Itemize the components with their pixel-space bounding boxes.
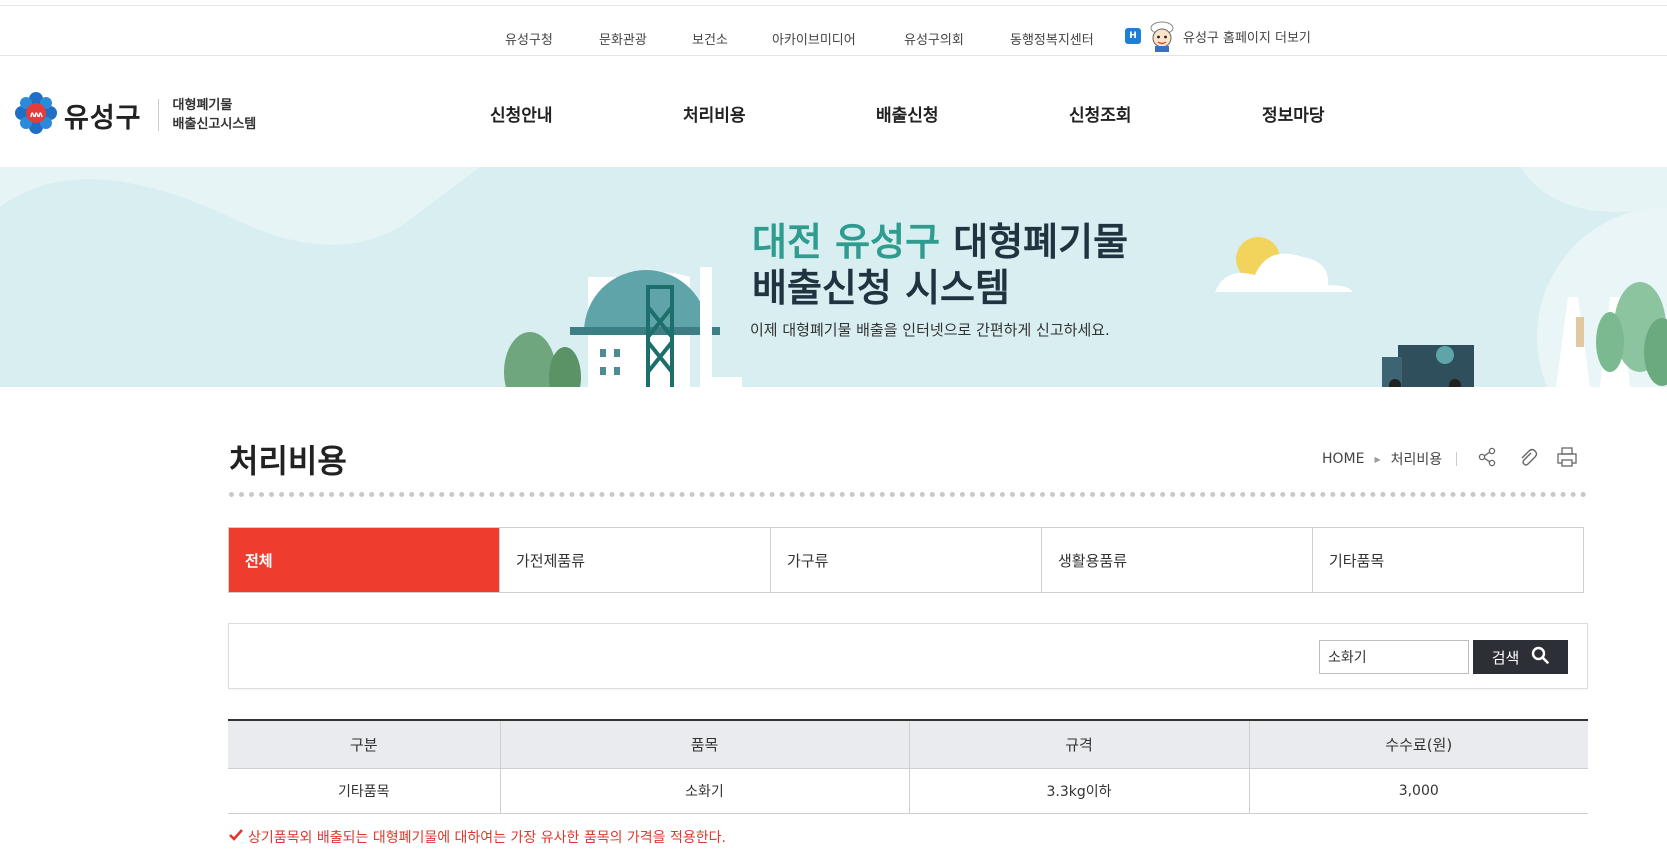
table-row: 기타품목 소화기 3.3kg이하 3,000 — [228, 768, 1588, 814]
search-button-label: 검색 — [1491, 648, 1520, 667]
util-link-community-center[interactable]: 동행정복지센터 — [1010, 29, 1094, 48]
nav-disposal-application[interactable]: 배출신청 — [876, 101, 939, 126]
util-link-culture-tourism[interactable]: 문화관광 — [599, 29, 647, 48]
search-input[interactable] — [1319, 640, 1469, 674]
table-header-row: 구분 품목 규격 수수료(원) — [228, 720, 1588, 769]
homepage-more-link[interactable]: H 유성구 홈페이지 더보기 — [1125, 18, 1311, 54]
home-badge-icon: H — [1125, 28, 1141, 44]
nav-application-guide[interactable]: 신청안내 — [490, 101, 553, 126]
tab-appliances[interactable]: 가전제품류 — [499, 528, 770, 592]
page-title: 처리비용 — [229, 442, 347, 480]
cell-item: 소화기 — [499, 768, 909, 814]
util-link-district-council[interactable]: 유성구의회 — [904, 29, 964, 48]
breadcrumb-current: 처리비용 — [1390, 452, 1443, 468]
utility-bar: 유성구청 문화관광 보건소 아카이브미디어 유성구의회 동행정복지센터 H 유성… — [0, 6, 1667, 56]
cell-fee: 3,000 — [1248, 768, 1588, 814]
search-button[interactable]: 검색 — [1473, 640, 1568, 674]
tab-furniture[interactable]: 가구류 — [770, 528, 1041, 592]
breadcrumb: HOME ▶ 처리비용 — [1322, 449, 1473, 469]
col-header-fee: 수수료(원) — [1248, 720, 1588, 769]
checkmark-icon — [229, 829, 243, 845]
util-link-yuseong-gu-office[interactable]: 유성구청 — [505, 29, 553, 48]
nav-application-lookup[interactable]: 신청조회 — [1069, 101, 1132, 126]
breadcrumb-arrow-icon: ▶ — [1374, 454, 1381, 464]
banner-title: 대전 유성구 대형폐기물 배출신청 시스템 — [752, 219, 1128, 311]
price-note-text: 상기품목외 배출되는 대형폐기물에 대하여는 가장 유사한 품목의 가격을 적용… — [248, 830, 726, 846]
tab-other-items[interactable]: 기타품목 — [1312, 528, 1583, 592]
page-tools — [1476, 446, 1578, 468]
col-header-spec: 규격 — [908, 720, 1249, 769]
cell-category: 기타품목 — [228, 768, 500, 814]
search-icon — [1531, 646, 1550, 668]
homepage-more-label: 유성구 홈페이지 더보기 — [1183, 30, 1311, 46]
banner-title-line2: 배출신청 시스템 — [752, 266, 1010, 310]
breadcrumb-divider — [1456, 452, 1458, 466]
nav-processing-cost[interactable]: 처리비용 — [683, 101, 746, 126]
col-header-item: 품목 — [499, 720, 909, 769]
cell-spec: 3.3kg이하 — [908, 768, 1249, 814]
category-tabs: 전체 가전제품류 가구류 생활용품류 기타품목 — [228, 527, 1584, 593]
title-divider — [229, 492, 1587, 498]
nav-information[interactable]: 정보마당 — [1262, 101, 1325, 126]
search-panel: 검색 — [228, 623, 1588, 689]
share-icon[interactable] — [1476, 446, 1498, 468]
print-icon[interactable] — [1556, 446, 1578, 468]
hero-banner: 대전 유성구 대형폐기물 배출신청 시스템 이제 대형폐기물 배출을 인터넷으로… — [0, 167, 1667, 387]
mascot-icon — [1145, 19, 1179, 53]
banner-description: 이제 대형폐기물 배출을 인터넷으로 간편하게 신고하세요. — [750, 321, 1110, 339]
banner-title-rest: 대형폐기물 — [940, 220, 1129, 264]
site-header: 유성구 대형폐기물 배출신고시스템 신청안내 처리비용 배출신청 신청조회 정보… — [0, 57, 1667, 167]
col-header-category: 구분 — [228, 720, 500, 769]
tab-all[interactable]: 전체 — [229, 528, 499, 592]
breadcrumb-home[interactable]: HOME — [1322, 451, 1364, 467]
fee-table: 구분 품목 규격 수수료(원) 기타품목 소화기 3.3kg이하 3,000 — [228, 719, 1588, 814]
util-link-health-center[interactable]: 보건소 — [692, 29, 728, 48]
banner-title-accent: 대전 유성구 — [752, 220, 941, 264]
attachment-icon[interactable] — [1516, 446, 1538, 468]
tab-household-goods[interactable]: 생활용품류 — [1041, 528, 1312, 592]
utility-links: 유성구청 문화관광 보건소 아카이브미디어 유성구의회 동행정복지센터 — [0, 6, 1667, 56]
price-note: 상기품목외 배출되는 대형폐기물에 대하여는 가장 유사한 품목의 가격을 적용… — [229, 827, 726, 847]
main-navigation: 신청안내 처리비용 배출신청 신청조회 정보마당 — [0, 57, 1667, 167]
util-link-archive-media[interactable]: 아카이브미디어 — [772, 29, 856, 48]
